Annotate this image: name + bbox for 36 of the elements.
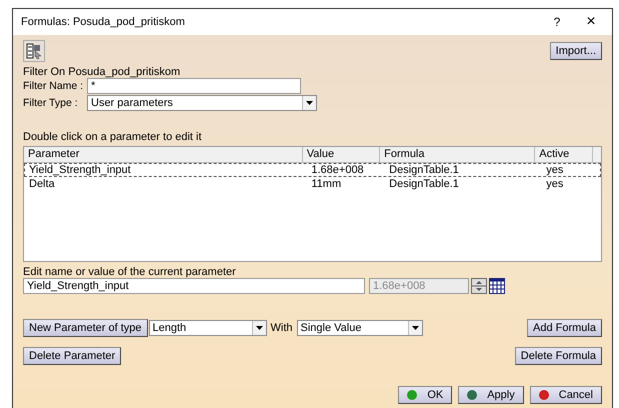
window-title: Formulas: Posuda_pod_pritiskom (21, 16, 186, 28)
add-formula-button[interactable]: Add Formula (527, 319, 602, 337)
parameter-type-dropdown[interactable]: Length (148, 320, 266, 336)
table-row[interactable]: Delta 11mm DesignTable.1 yes (24, 177, 601, 191)
close-button[interactable]: × (574, 13, 608, 31)
filter-name-label: Filter Name : (23, 80, 84, 92)
dialog-button[interactable]: Apply (458, 386, 524, 404)
import-button[interactable]: Import... (550, 42, 602, 60)
table-cell-text: yes (545, 178, 564, 190)
filter-type-dropdown[interactable]: User parameters (87, 95, 317, 111)
delete-parameter-button[interactable]: Delete Parameter (23, 347, 122, 365)
column-header[interactable]: Value (302, 147, 380, 162)
column-header[interactable]: Parameter (24, 147, 303, 162)
dialog-button[interactable]: Cancel (530, 386, 602, 404)
table-cell-text: 11mm (310, 178, 342, 190)
edit-label: Edit name or value of the current parameter (23, 266, 237, 278)
with-label: With (270, 322, 292, 334)
table-row[interactable]: Yield_Strength_input 1.68e+008 DesignTable.1 yes (24, 163, 601, 177)
dialog-button[interactable]: OK (398, 386, 452, 404)
help-button[interactable]: ? (540, 15, 574, 29)
filter-type-label: Filter Type : (23, 97, 79, 109)
delete-formula-button[interactable]: Delete Formula (514, 347, 602, 365)
table-caption: Double click on a parameter to edit it (23, 131, 203, 143)
value-type-dropdown[interactable]: Single Value (296, 320, 422, 336)
column-header[interactable]: Active (535, 147, 593, 162)
table-cell-text: 1.68e+008 (310, 164, 365, 176)
table-cell-text: Yield_Strength_input (28, 164, 132, 176)
filter-on-label: Filter On Posuda_pod_pritiskom (23, 66, 182, 78)
filter-name-field[interactable]: * (87, 78, 301, 94)
table-cell-text: DesignTable.1 (388, 178, 460, 190)
new-parameter-button[interactable]: New Parameter of type (23, 319, 148, 337)
table-cell-text: yes (545, 164, 564, 176)
parameter-name-field[interactable]: Yield_Strength_input (23, 278, 365, 294)
table-cell-text: DesignTable.1 (388, 164, 460, 176)
column-header[interactable]: Formula (380, 147, 536, 162)
table-cell-text: Delta (28, 178, 56, 190)
